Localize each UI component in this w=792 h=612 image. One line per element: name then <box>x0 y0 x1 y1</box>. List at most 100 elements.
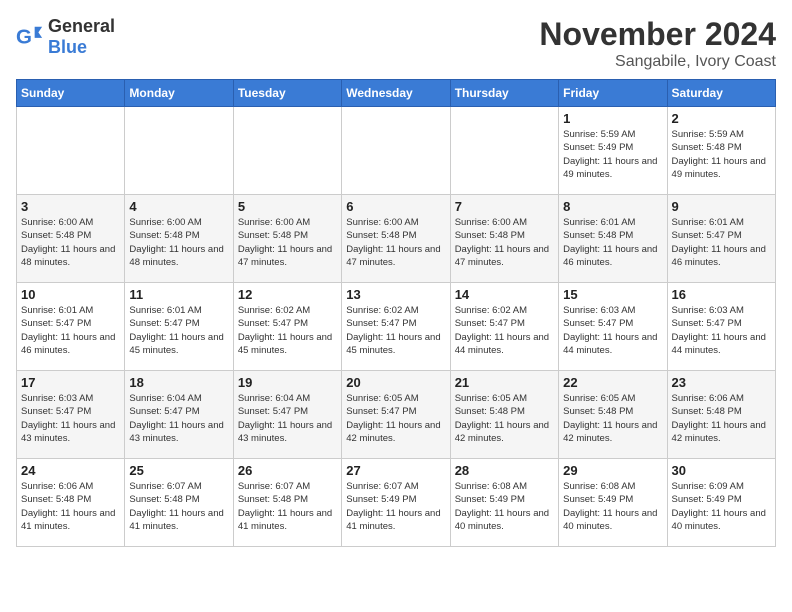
day-info: Sunrise: 6:01 AMSunset: 5:47 PMDaylight:… <box>672 216 771 269</box>
table-row: 1 Sunrise: 5:59 AMSunset: 5:49 PMDaylight… <box>559 107 667 195</box>
table-row: 17 Sunrise: 6:03 AMSunset: 5:47 PMDayligh… <box>17 371 125 459</box>
day-info: Sunrise: 6:00 AMSunset: 5:48 PMDaylight:… <box>21 216 120 269</box>
day-number: 1 <box>563 111 662 126</box>
day-info: Sunrise: 6:09 AMSunset: 5:49 PMDaylight:… <box>672 480 771 533</box>
table-row: 28 Sunrise: 6:08 AMSunset: 5:49 PMDayligh… <box>450 459 558 547</box>
day-number: 18 <box>129 375 228 390</box>
day-number: 3 <box>21 199 120 214</box>
day-info: Sunrise: 6:03 AMSunset: 5:47 PMDaylight:… <box>21 392 120 445</box>
table-row: 14Sunrise: 6:02 AMSunset: 5:47 PMDayligh… <box>450 283 558 371</box>
day-info: Sunrise: 6:00 AMSunset: 5:48 PMDaylight:… <box>455 216 554 269</box>
table-row <box>233 107 341 195</box>
table-row <box>450 107 558 195</box>
day-number: 6 <box>346 199 445 214</box>
calendar-week-row: 1 Sunrise: 5:59 AMSunset: 5:49 PMDaylight… <box>17 107 776 195</box>
day-info: Sunrise: 6:05 AMSunset: 5:47 PMDaylight:… <box>346 392 445 445</box>
table-row <box>342 107 450 195</box>
day-number: 17 <box>21 375 120 390</box>
day-number: 25 <box>129 463 228 478</box>
svg-text:G: G <box>16 26 32 49</box>
day-info: Sunrise: 6:01 AMSunset: 5:47 PMDaylight:… <box>21 304 120 357</box>
day-info: Sunrise: 5:59 AMSunset: 5:49 PMDaylight:… <box>563 128 662 181</box>
table-row: 11Sunrise: 6:01 AMSunset: 5:47 PMDayligh… <box>125 283 233 371</box>
day-info: Sunrise: 6:08 AMSunset: 5:49 PMDaylight:… <box>455 480 554 533</box>
calendar-week-row: 3 Sunrise: 6:00 AMSunset: 5:48 PMDaylight… <box>17 195 776 283</box>
col-friday: Friday <box>559 80 667 107</box>
day-info: Sunrise: 6:05 AMSunset: 5:48 PMDaylight:… <box>455 392 554 445</box>
day-info: Sunrise: 6:03 AMSunset: 5:47 PMDaylight:… <box>672 304 771 357</box>
calendar-week-row: 24 Sunrise: 6:06 AMSunset: 5:48 PMDayligh… <box>17 459 776 547</box>
day-info: Sunrise: 6:00 AMSunset: 5:48 PMDaylight:… <box>129 216 228 269</box>
day-number: 20 <box>346 375 445 390</box>
logo-icon: G <box>16 23 44 51</box>
day-number: 7 <box>455 199 554 214</box>
logo: G General Blue <box>16 16 115 58</box>
col-monday: Monday <box>125 80 233 107</box>
location-subtitle: Sangabile, Ivory Coast <box>539 53 776 71</box>
day-number: 10 <box>21 287 120 302</box>
day-info: Sunrise: 6:06 AMSunset: 5:48 PMDaylight:… <box>21 480 120 533</box>
table-row: 25 Sunrise: 6:07 AMSunset: 5:48 PMDayligh… <box>125 459 233 547</box>
day-number: 30 <box>672 463 771 478</box>
col-tuesday: Tuesday <box>233 80 341 107</box>
day-info: Sunrise: 6:08 AMSunset: 5:49 PMDaylight:… <box>563 480 662 533</box>
table-row: 15 Sunrise: 6:03 AMSunset: 5:47 PMDayligh… <box>559 283 667 371</box>
day-number: 27 <box>346 463 445 478</box>
day-info: Sunrise: 6:04 AMSunset: 5:47 PMDaylight:… <box>238 392 337 445</box>
header-row: Sunday Monday Tuesday Wednesday Thursday… <box>17 80 776 107</box>
day-info: Sunrise: 6:04 AMSunset: 5:47 PMDaylight:… <box>129 392 228 445</box>
day-number: 28 <box>455 463 554 478</box>
table-row: 3 Sunrise: 6:00 AMSunset: 5:48 PMDaylight… <box>17 195 125 283</box>
day-number: 12 <box>238 287 337 302</box>
day-info: Sunrise: 6:07 AMSunset: 5:48 PMDaylight:… <box>238 480 337 533</box>
table-row: 8Sunrise: 6:01 AMSunset: 5:48 PMDaylight… <box>559 195 667 283</box>
table-row: 9 Sunrise: 6:01 AMSunset: 5:47 PMDaylight… <box>667 195 775 283</box>
logo-blue: Blue <box>48 37 87 57</box>
table-row: 30 Sunrise: 6:09 AMSunset: 5:49 PMDayligh… <box>667 459 775 547</box>
day-number: 13 <box>346 287 445 302</box>
day-number: 19 <box>238 375 337 390</box>
table-row: 20 Sunrise: 6:05 AMSunset: 5:47 PMDayligh… <box>342 371 450 459</box>
table-row: 16 Sunrise: 6:03 AMSunset: 5:47 PMDayligh… <box>667 283 775 371</box>
table-row: 5 Sunrise: 6:00 AMSunset: 5:48 PMDaylight… <box>233 195 341 283</box>
table-row: 23Sunrise: 6:06 AMSunset: 5:48 PMDayligh… <box>667 371 775 459</box>
day-info: Sunrise: 6:00 AMSunset: 5:48 PMDaylight:… <box>238 216 337 269</box>
day-number: 5 <box>238 199 337 214</box>
day-info: Sunrise: 6:02 AMSunset: 5:47 PMDaylight:… <box>455 304 554 357</box>
logo-text: General Blue <box>48 16 115 58</box>
calendar-table: Sunday Monday Tuesday Wednesday Thursday… <box>16 79 776 547</box>
table-row: 2Sunrise: 5:59 AMSunset: 5:48 PMDaylight… <box>667 107 775 195</box>
col-sunday: Sunday <box>17 80 125 107</box>
table-row: 12 Sunrise: 6:02 AMSunset: 5:47 PMDayligh… <box>233 283 341 371</box>
title-area: November 2024 Sangabile, Ivory Coast <box>539 16 776 71</box>
header: G General Blue November 2024 Sangabile, … <box>16 16 776 71</box>
day-info: Sunrise: 6:05 AMSunset: 5:48 PMDaylight:… <box>563 392 662 445</box>
table-row: 6 Sunrise: 6:00 AMSunset: 5:48 PMDaylight… <box>342 195 450 283</box>
table-row: 24 Sunrise: 6:06 AMSunset: 5:48 PMDayligh… <box>17 459 125 547</box>
col-wednesday: Wednesday <box>342 80 450 107</box>
day-info: Sunrise: 6:03 AMSunset: 5:47 PMDaylight:… <box>563 304 662 357</box>
calendar-week-row: 17 Sunrise: 6:03 AMSunset: 5:47 PMDayligh… <box>17 371 776 459</box>
day-number: 23 <box>672 375 771 390</box>
table-row <box>125 107 233 195</box>
col-thursday: Thursday <box>450 80 558 107</box>
calendar-week-row: 10 Sunrise: 6:01 AMSunset: 5:47 PMDayligh… <box>17 283 776 371</box>
table-row: 22 Sunrise: 6:05 AMSunset: 5:48 PMDayligh… <box>559 371 667 459</box>
day-info: Sunrise: 6:07 AMSunset: 5:48 PMDaylight:… <box>129 480 228 533</box>
day-info: Sunrise: 6:02 AMSunset: 5:47 PMDaylight:… <box>238 304 337 357</box>
table-row: 18 Sunrise: 6:04 AMSunset: 5:47 PMDayligh… <box>125 371 233 459</box>
table-row: 21Sunrise: 6:05 AMSunset: 5:48 PMDayligh… <box>450 371 558 459</box>
day-info: Sunrise: 6:01 AMSunset: 5:47 PMDaylight:… <box>129 304 228 357</box>
table-row: 13Sunrise: 6:02 AMSunset: 5:47 PMDayligh… <box>342 283 450 371</box>
calendar-header: Sunday Monday Tuesday Wednesday Thursday… <box>17 80 776 107</box>
day-info: Sunrise: 6:00 AMSunset: 5:48 PMDaylight:… <box>346 216 445 269</box>
table-row: 29 Sunrise: 6:08 AMSunset: 5:49 PMDayligh… <box>559 459 667 547</box>
table-row: 19 Sunrise: 6:04 AMSunset: 5:47 PMDayligh… <box>233 371 341 459</box>
day-number: 24 <box>21 463 120 478</box>
day-number: 9 <box>672 199 771 214</box>
month-title: November 2024 <box>539 16 776 53</box>
day-number: 16 <box>672 287 771 302</box>
day-number: 15 <box>563 287 662 302</box>
day-number: 22 <box>563 375 662 390</box>
day-number: 29 <box>563 463 662 478</box>
